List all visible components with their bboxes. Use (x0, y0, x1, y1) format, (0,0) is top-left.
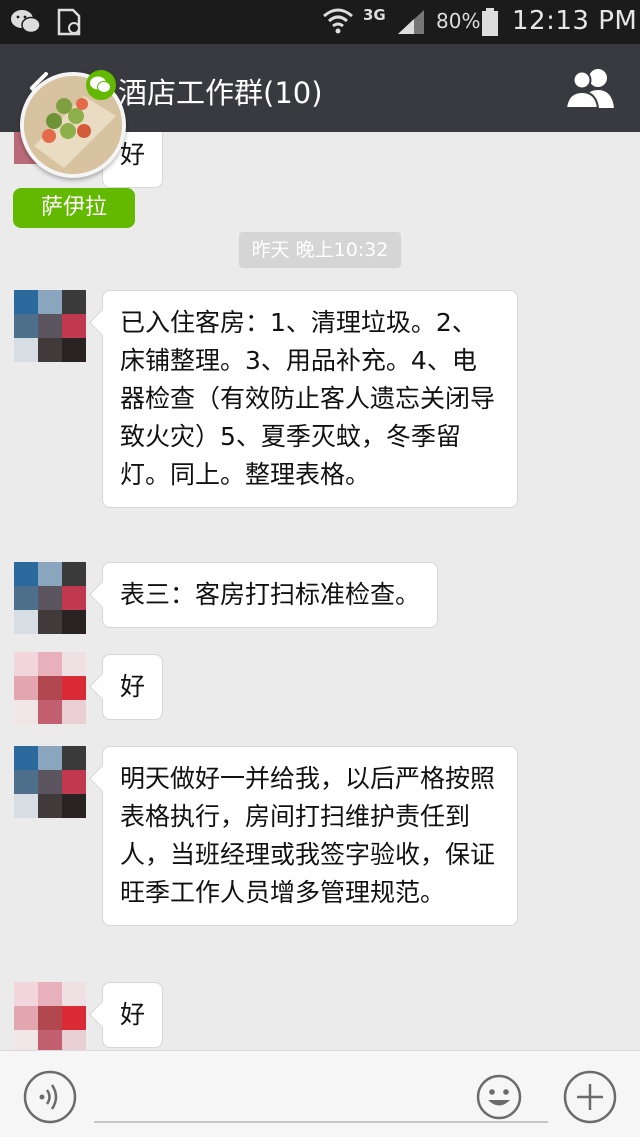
signal-icon (398, 10, 424, 34)
clock: 12:13 PM (512, 6, 638, 36)
floating-chat-head-name[interactable]: 萨伊拉 (13, 188, 135, 228)
timestamp: 昨天 晚上10:32 (239, 232, 401, 268)
message-text: 好 (120, 1000, 146, 1029)
group-members-icon[interactable] (562, 66, 618, 110)
avatar[interactable] (14, 290, 86, 362)
avatar[interactable] (14, 746, 86, 818)
avatar[interactable] (14, 982, 86, 1050)
network-type: 3G (363, 6, 386, 24)
message-bubble[interactable]: 好 (102, 982, 164, 1048)
wifi-icon (323, 8, 353, 34)
message-bubble[interactable]: 已入住客房：1、清理垃圾。2、床铺整理。3、用品补充。4、电器检查（有效防止客人… (102, 290, 518, 508)
sim-card-icon (57, 8, 81, 36)
plus-icon[interactable] (562, 1069, 618, 1125)
battery-percent: 80% (436, 9, 481, 33)
battery-icon (482, 8, 498, 36)
message-text: 好 (120, 672, 146, 701)
input-bar (0, 1050, 640, 1137)
message-bubble[interactable]: 明天做好一并给我，以后严格按照表格执行，房间打扫维护责任到人，当班经理或我签字验… (102, 746, 518, 926)
avatar[interactable] (14, 652, 86, 724)
message-bubble[interactable]: 表三：客房打扫标准检查。 (102, 562, 439, 628)
wechat-notification-icon (11, 10, 41, 34)
message-bubble[interactable]: 好 (102, 654, 164, 720)
message-text: 已入住客房：1、清理垃圾。2、床铺整理。3、用品补充。4、电器检查（有效防止客人… (120, 308, 496, 489)
message-text: 明天做好一并给我，以后严格按照表格执行，房间打扫维护责任到人，当班经理或我签字验… (120, 764, 496, 907)
message-text: 表三：客房打扫标准检查。 (120, 580, 421, 609)
avatar[interactable] (14, 562, 86, 634)
wechat-logo-icon (86, 70, 116, 100)
status-bar: 3G 80% 12:13 PM (0, 0, 640, 44)
chat-message-list[interactable]: 好 昨天 晚上10:32 已入住客房：1、清理垃圾。2、床铺整理。3、用品补充。… (0, 132, 640, 1050)
emoji-icon[interactable] (476, 1069, 522, 1125)
voice-icon[interactable] (22, 1069, 78, 1125)
chat-title: 酒店工作群(10) (118, 76, 323, 110)
message-text: 好 (120, 140, 146, 169)
